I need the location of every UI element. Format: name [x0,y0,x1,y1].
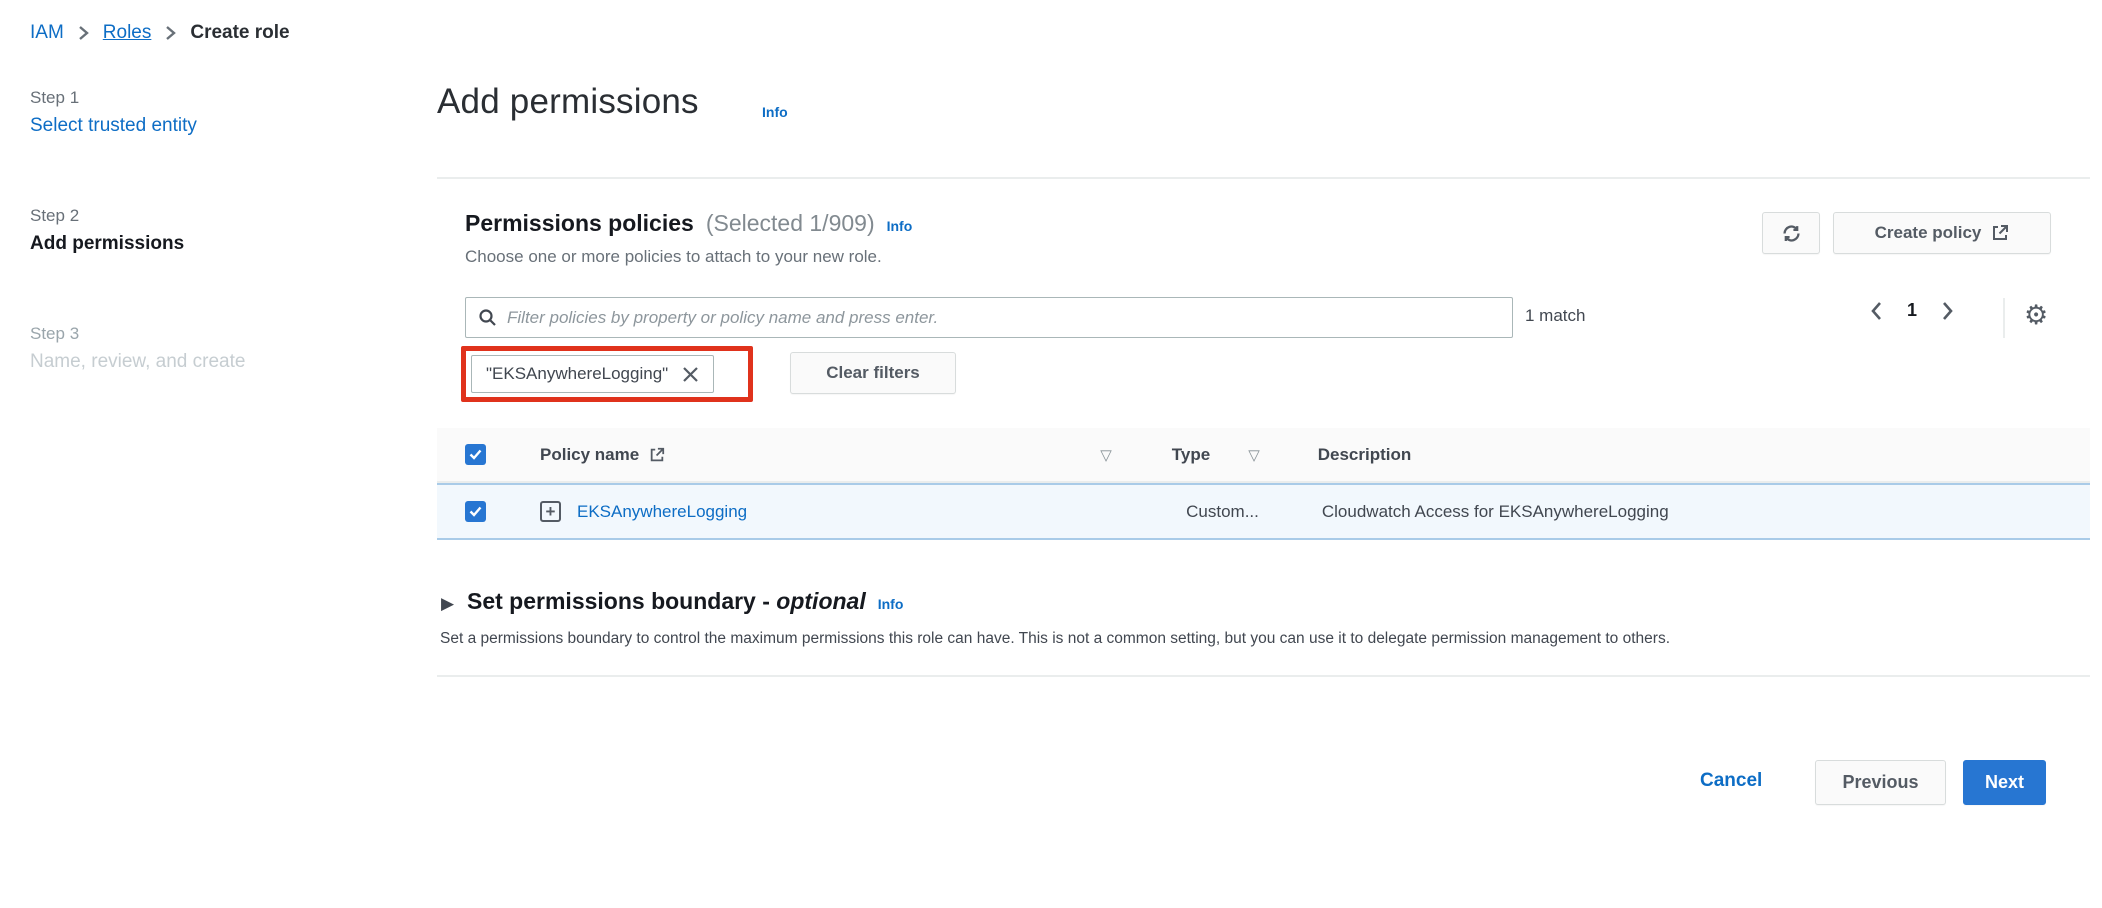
row-checkbox[interactable] [465,501,486,522]
policy-table-row[interactable]: + EKSAnywhereLogging Custom... Cloudwatc… [437,483,2090,540]
next-button[interactable]: Next [1963,760,2046,805]
expand-row-icon[interactable]: + [540,501,561,522]
breadcrumb: IAM Roles Create role [30,22,290,44]
page-title-info-link[interactable]: Info [762,104,788,120]
step-1-link[interactable]: Select trusted entity [30,115,245,137]
external-link-icon [1991,224,2009,242]
step-1: Step 1 Select trusted entity [30,88,245,137]
policy-name-link[interactable]: EKSAnywhereLogging [577,502,747,522]
step-1-number: Step 1 [30,88,245,108]
title-divider [437,177,2090,179]
boundary-expand-icon[interactable]: ▶ [441,594,454,614]
pagination: 1 [1870,300,1954,321]
footer-divider [437,675,2090,677]
policy-description-cell: Cloudwatch Access for EKSAnywhereLogging [1322,502,1669,522]
policies-panel-subtitle: Choose one or more policies to attach to… [465,247,882,267]
policy-name-sort-icon[interactable]: ▽ [1100,446,1112,464]
policies-panel-title: Permissions policies [465,210,694,237]
step-2-label: Add permissions [30,233,245,255]
wizard-steps: Step 1 Select trusted entity Step 2 Add … [30,88,245,373]
breadcrumb-iam-link[interactable]: IAM [30,22,64,44]
previous-page-icon[interactable] [1870,301,1883,321]
refresh-button[interactable] [1762,212,1820,254]
policy-search-box [465,297,1513,338]
breadcrumb-current: Create role [190,22,289,44]
step-2-number: Step 2 [30,206,245,226]
iam-create-role-page: IAM Roles Create role Step 1 Select trus… [0,0,2102,908]
boundary-title-text: Set permissions boundary - optional [467,588,866,615]
current-page-number[interactable]: 1 [1907,300,1917,321]
policies-panel-header: Permissions policies (Selected 1/909) In… [465,210,912,237]
boundary-section-title[interactable]: Set permissions boundary - optional Info [467,588,903,615]
step-3-label: Name, review, and create [30,351,245,373]
policy-type-cell: Custom... [1186,502,1259,522]
step-3-number: Step 3 [30,324,245,344]
create-policy-button[interactable]: Create policy [1833,212,2051,254]
cancel-button[interactable]: Cancel [1700,770,1762,792]
filter-chip-label: "EKSAnywhereLogging" [486,364,668,384]
select-all-checkbox[interactable] [465,444,486,465]
previous-button[interactable]: Previous [1815,760,1946,805]
refresh-icon [1781,223,1802,244]
chevron-right-icon [78,25,89,41]
column-policy-name[interactable]: Policy name [540,445,639,465]
policy-filter-input[interactable] [507,308,1500,328]
policies-table-header: Policy name ▽ Type ▽ Description [437,428,2090,483]
type-sort-icon[interactable]: ▽ [1248,446,1260,464]
match-count: 1 match [1525,306,1585,326]
boundary-info-link[interactable]: Info [878,596,904,612]
create-policy-label: Create policy [1875,223,1982,243]
step-2: Step 2 Add permissions [30,206,245,255]
active-filter-chip: "EKSAnywhereLogging" [471,355,714,393]
remove-filter-icon[interactable] [682,366,699,383]
breadcrumb-roles-link[interactable]: Roles [103,22,152,44]
column-description[interactable]: Description [1318,445,1412,465]
boundary-description: Set a permissions boundary to control th… [440,630,1670,648]
column-type[interactable]: Type [1172,445,1210,465]
page-title: Add permissions [437,82,699,122]
next-page-icon[interactable] [1941,301,1954,321]
step-3: Step 3 Name, review, and create [30,324,245,373]
clear-filters-label: Clear filters [826,363,920,383]
chevron-right-icon [165,25,176,41]
policies-info-link[interactable]: Info [887,218,913,234]
policies-selected-count: (Selected 1/909) [706,210,875,237]
settings-gear-icon[interactable]: ⚙ [2024,302,2048,329]
clear-filters-button[interactable]: Clear filters [790,352,956,394]
search-icon [478,308,497,327]
policy-name-external-link-icon[interactable] [649,447,665,463]
pager-divider [2003,298,2005,338]
